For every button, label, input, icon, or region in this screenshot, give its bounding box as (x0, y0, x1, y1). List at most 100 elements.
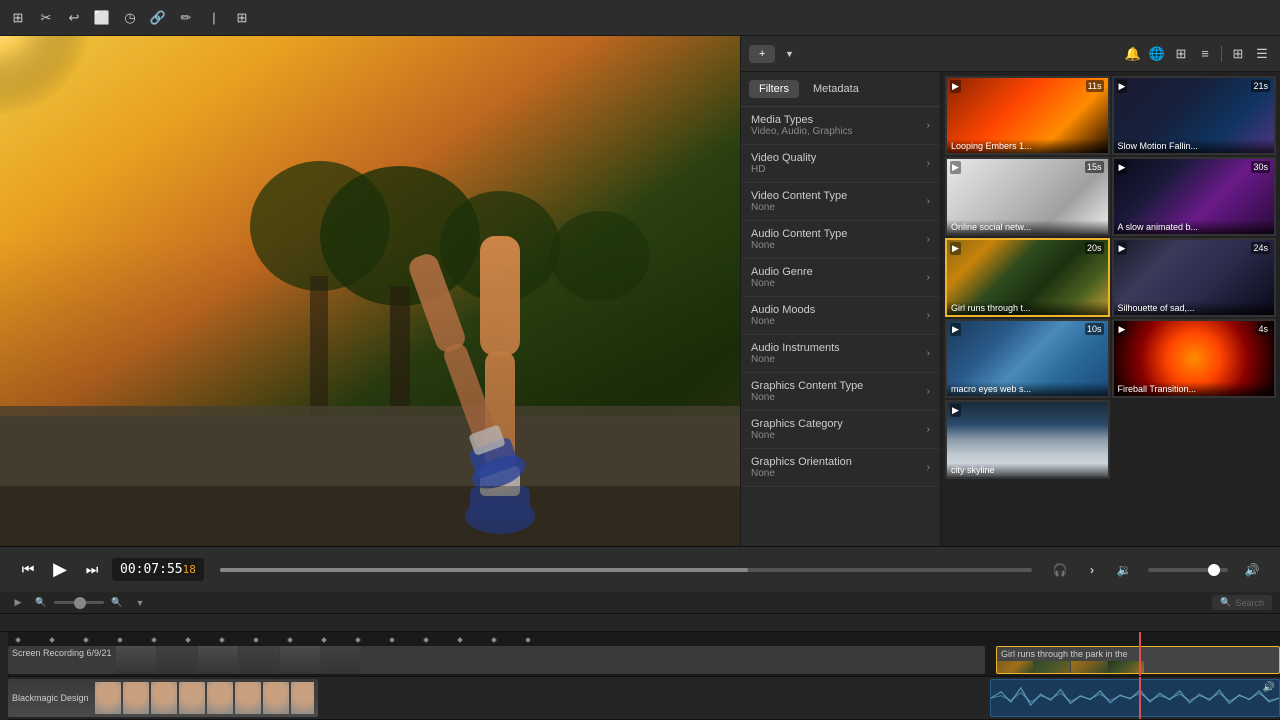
keyframe (423, 637, 429, 643)
media-thumb-city[interactable]: ▶ city skyline (945, 400, 1110, 479)
skip-forward-button[interactable]: ⏭ (80, 558, 104, 582)
filter-audio-genre[interactable]: Audio Genre None › (741, 259, 940, 297)
keyframe (525, 637, 531, 643)
speaker-icon: 🔉 (1112, 558, 1136, 582)
timecode-value: 00:07:55 (120, 562, 183, 577)
media-thumb-looping-embers[interactable]: ▶ 11s Looping Embers 1... (945, 76, 1110, 155)
thumb-duration: 21s (1251, 80, 1270, 92)
filter-arrow-icon: › (927, 234, 930, 245)
undo-icon[interactable]: ↩ (64, 8, 84, 28)
right-body: Filters Metadata Media Types Video, Audi… (741, 72, 1280, 546)
grid-icon[interactable]: ⊞ (1171, 44, 1191, 64)
filter-graphics-category[interactable]: Graphics Category None › (741, 411, 940, 449)
video-clip-main[interactable]: Screen Recording 6/9/21 (8, 646, 985, 674)
link-icon[interactable]: 🔗 (148, 8, 168, 28)
connect-icon[interactable]: ⊞ (232, 8, 252, 28)
bell-icon[interactable]: 🔔 (1123, 44, 1143, 64)
dropdown-arrow-icon[interactable]: ▼ (779, 44, 799, 64)
filter-audio-genre-value: None (751, 278, 813, 289)
filter-arrow-icon: › (927, 424, 930, 435)
filter-graphics-content-label: Graphics Content Type (751, 380, 863, 392)
search-globe-icon[interactable]: 🌐 (1147, 44, 1167, 64)
filter-arrow-icon: › (927, 196, 930, 207)
filter-arrow-icon: › (927, 158, 930, 169)
headphones-icon[interactable]: 🎧 (1048, 558, 1072, 582)
video-icon: ▶ (950, 323, 961, 336)
pen-icon[interactable]: ✏ (176, 8, 196, 28)
audio-waveform-clip[interactable]: 🔊 (990, 679, 1280, 717)
video-clip-girl-runs[interactable]: Girl runs through the park in the (996, 646, 1280, 674)
keyframe (15, 637, 21, 643)
clock-icon[interactable]: ◷ (120, 8, 140, 28)
timecode-display: 00:07:5518 (112, 558, 204, 581)
keyframe (457, 637, 463, 643)
zoom-options-icon[interactable]: ▼ (130, 593, 150, 613)
media-thumb-fireball[interactable]: ▶ 4s Fireball Transition... (1112, 319, 1277, 398)
media-thumb-slow-motion[interactable]: ▶ 21s Slow Motion Fallin... (1112, 76, 1277, 155)
video-icon: ▶ (1117, 242, 1128, 255)
list-view-icon[interactable]: ☰ (1252, 44, 1272, 64)
search-box[interactable]: 🔍 Search (1212, 595, 1272, 610)
filter-video-content-type[interactable]: Video Content Type None › (741, 183, 940, 221)
thumb-label: Silhouette of sad,... (1114, 301, 1275, 315)
filter-audio-content-value: None (751, 240, 847, 251)
thumb-label: A slow animated b... (1114, 220, 1275, 234)
filter-arrow-icon: › (927, 386, 930, 397)
keyframe (321, 637, 327, 643)
fullscreen-icon[interactable]: ⬜ (92, 8, 112, 28)
filter-video-quality[interactable]: Video Quality HD › (741, 145, 940, 183)
add-toolbar-group: + ▼ (749, 44, 799, 64)
zoom-out-icon[interactable]: 🔍 (31, 593, 51, 613)
zoom-in-icon[interactable]: 🔍 (107, 593, 127, 613)
timecode-frame: 18 (183, 563, 196, 576)
play-button[interactable]: ▶ (48, 558, 72, 582)
volume-knob (1208, 564, 1220, 576)
cut-icon[interactable]: ✂ (36, 8, 56, 28)
keyframes-row (8, 634, 1280, 646)
thumb-duration: 20s (1085, 242, 1104, 254)
filter-audio-instruments[interactable]: Audio Instruments None › (741, 335, 940, 373)
filter-graphics-orientation-value: None (751, 468, 852, 479)
keyframe (355, 637, 361, 643)
media-thumb-girl-runs[interactable]: ▶ 20s Girl runs through t... (945, 238, 1110, 317)
filter-media-types[interactable]: Media Types Video, Audio, Graphics › (741, 107, 940, 145)
skip-back-button[interactable]: ⏮ (16, 558, 40, 582)
video-track: Screen Recording 6/9/21 Girl runs throug… (8, 632, 1280, 677)
filter-arrow-icon: › (927, 120, 930, 131)
thumb-label: Girl runs through t... (947, 301, 1108, 315)
tracks-area: Screen Recording 6/9/21 Girl runs throug… (8, 632, 1280, 720)
media-thumb-macro-eyes[interactable]: ▶ 10s macro eyes web s... (945, 319, 1110, 398)
zoom-control-icon[interactable]: ▶ (8, 593, 28, 613)
video-clip-2-label: Girl runs through the park in the (997, 647, 1279, 661)
filter-graphics-category-value: None (751, 430, 843, 441)
filter-audio-instruments-label: Audio Instruments (751, 342, 840, 354)
add-button[interactable]: + (749, 45, 775, 63)
video-icon: ▶ (950, 80, 961, 93)
thumbnail-strip-2 (997, 661, 1279, 673)
filter-graphics-content-type[interactable]: Graphics Content Type None › (741, 373, 940, 411)
filters-tab[interactable]: Filters (749, 80, 799, 98)
media-thumb-slow-animated[interactable]: ▶ 30s A slow animated b... (1112, 157, 1277, 236)
grid-view-icon[interactable]: ⊞ (1228, 44, 1248, 64)
zoom-knob (74, 597, 86, 609)
filter-arrow-icon: › (927, 310, 930, 321)
media-grid: ▶ 11s Looping Embers 1... ▶ 21s Slow Mot… (941, 72, 1280, 546)
media-pool-icon[interactable]: ⊞ (8, 8, 28, 28)
forward-icon[interactable]: › (1080, 558, 1104, 582)
metadata-tab[interactable]: Metadata (803, 80, 869, 98)
media-thumb-online-social[interactable]: ▶ 15s Online social netw... (945, 157, 1110, 236)
filter-graphics-orientation[interactable]: Graphics Orientation None › (741, 449, 940, 487)
timeline-ruler: ▶ 🔍 🔍 ▼ 🔍 Search (0, 592, 1280, 614)
filters-panel: Filters Metadata Media Types Video, Audi… (741, 72, 941, 546)
keyframe (49, 637, 55, 643)
list-icon[interactable]: ≡ (1195, 44, 1215, 64)
media-thumb-silhouette[interactable]: ▶ 24s Silhouette of sad,... (1112, 238, 1277, 317)
filter-video-content-label: Video Content Type (751, 190, 847, 202)
trim-icon[interactable]: | (204, 8, 224, 28)
volume-slider[interactable] (1148, 568, 1228, 572)
zoom-slider[interactable] (54, 601, 104, 604)
progress-bar[interactable] (220, 568, 1032, 572)
filter-audio-moods[interactable]: Audio Moods None › (741, 297, 940, 335)
bmd-clip[interactable]: Blackmagic Design (8, 679, 318, 717)
filter-audio-content-type[interactable]: Audio Content Type None › (741, 221, 940, 259)
